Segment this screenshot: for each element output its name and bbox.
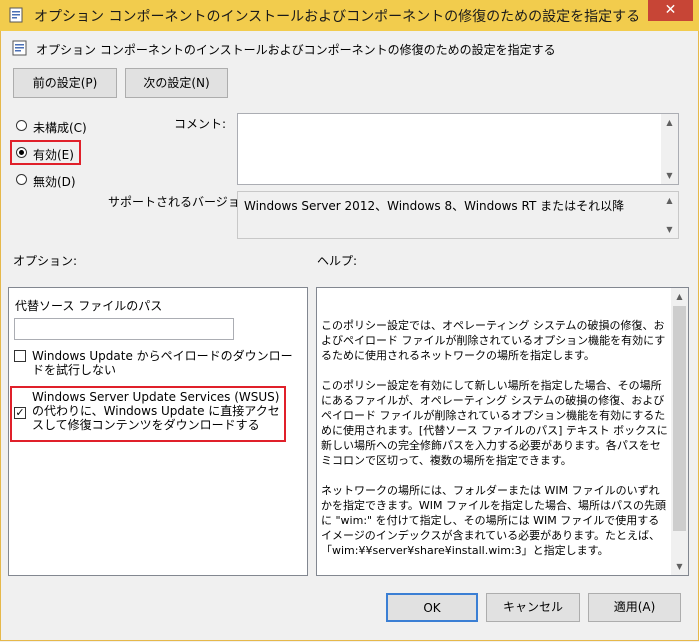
never-download-checkbox[interactable]: Windows Update からペイロードのダウンロードを試行しない: [14, 349, 300, 379]
options-label: オプション:: [13, 254, 78, 268]
scrollbar-thumb[interactable]: [673, 306, 686, 531]
ok-button[interactable]: OK: [386, 593, 478, 622]
scroll-up-icon[interactable]: ▲: [661, 192, 678, 209]
supported-value: Windows Server 2012、Windows 8、Windows RT…: [244, 199, 625, 213]
previous-setting-label: 前の設定(P): [32, 76, 98, 90]
checkbox-box[interactable]: [14, 350, 26, 362]
policy-setting-icon: [12, 40, 27, 56]
scroll-down-icon[interactable]: ▼: [661, 221, 678, 238]
supported-scrollbar[interactable]: ▲ ▼: [661, 192, 678, 238]
radio-enabled-label: 有効(E): [33, 148, 74, 162]
alt-source-label: 代替ソース ファイルのパス: [15, 299, 163, 313]
previous-setting-button[interactable]: 前の設定(P): [13, 68, 117, 98]
close-icon: ✕: [664, 2, 677, 18]
comment-scrollbar[interactable]: ▲ ▼: [661, 114, 678, 184]
comment-textbox[interactable]: ▲ ▼: [237, 113, 679, 185]
scroll-up-icon[interactable]: ▲: [661, 114, 678, 131]
radio-dot: [16, 174, 27, 185]
options-panel: 代替ソース ファイルのパス Windows Update からペイロードのダウン…: [8, 287, 308, 576]
scroll-down-icon[interactable]: ▼: [661, 167, 678, 184]
supported-textbox: Windows Server 2012、Windows 8、Windows RT…: [237, 191, 679, 239]
wsus-bypass-label: Windows Server Update Services (WSUS) の代…: [32, 390, 280, 432]
cancel-button[interactable]: キャンセル: [486, 593, 580, 622]
radio-dot: [16, 120, 27, 131]
ok-label: OK: [423, 601, 441, 615]
policy-header-text: オプション コンポーネントのインストールおよびコンポーネントの修復のための設定を…: [36, 43, 556, 57]
radio-not-configured-label: 未構成(C): [33, 121, 87, 135]
scroll-down-icon[interactable]: ▼: [671, 558, 688, 575]
help-panel: このポリシー設定では、オペレーティング システムの破損の修復、およびペイロード …: [316, 287, 689, 576]
cancel-label: キャンセル: [502, 600, 563, 614]
help-label: ヘルプ:: [317, 254, 358, 268]
close-button[interactable]: ✕: [648, 0, 693, 21]
help-paragraph-3: ネットワークの場所には、フォルダーまたは WIM ファイルのいずれかを指定できま…: [321, 484, 667, 557]
apply-label: 適用(A): [613, 600, 656, 614]
radio-disabled-label: 無効(D): [33, 175, 76, 189]
policy-window-icon: [9, 7, 23, 23]
never-download-label: Windows Update からペイロードのダウンロードを試行しない: [32, 349, 293, 377]
window-title: オプション コンポーネントのインストールおよびコンポーネントの修復のための設定を…: [34, 9, 641, 25]
comment-label: コメント:: [174, 117, 227, 131]
alt-source-path-input[interactable]: [14, 318, 234, 340]
apply-button[interactable]: 適用(A): [588, 593, 681, 622]
title-bar[interactable]: オプション コンポーネントのインストールおよびコンポーネントの修復のための設定を…: [0, 0, 699, 31]
wsus-bypass-checkbox[interactable]: ✓ Windows Server Update Services (WSUS) …: [14, 390, 282, 438]
checkbox-check-icon[interactable]: ✓: [14, 407, 26, 419]
scroll-up-icon[interactable]: ▲: [671, 288, 688, 305]
help-text: このポリシー設定では、オペレーティング システムの破損の修復、およびペイロード …: [321, 318, 669, 573]
next-setting-button[interactable]: 次の設定(N): [125, 68, 228, 98]
next-setting-label: 次の設定(N): [143, 76, 210, 90]
help-paragraph-2: このポリシー設定を有効にして新しい場所を指定した場合、その場所にあるファイルが、…: [321, 379, 668, 467]
help-paragraph-1: このポリシー設定では、オペレーティング システムの破損の修復、およびペイロード …: [321, 319, 666, 362]
supported-label: サポートされるバージョン:: [108, 195, 256, 209]
help-scrollbar[interactable]: ▲ ▼: [671, 288, 688, 575]
radio-dot: [16, 147, 27, 158]
